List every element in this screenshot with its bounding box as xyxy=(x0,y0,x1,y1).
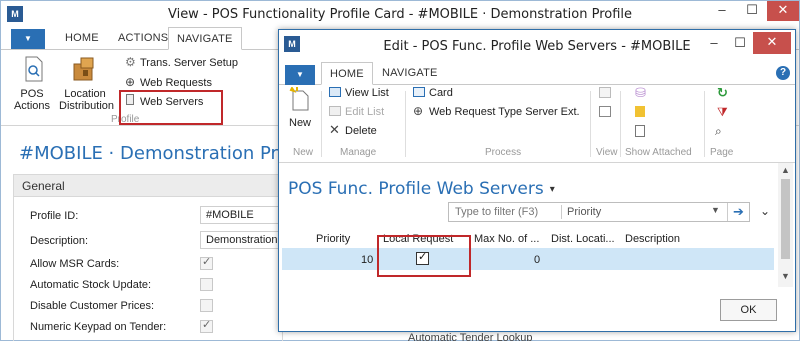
view-preview-icon[interactable] xyxy=(599,87,611,98)
help-icon[interactable]: ? xyxy=(776,66,790,80)
local-request-highlight xyxy=(377,235,471,277)
filter-field-select[interactable]: Priority xyxy=(567,206,601,218)
pos-actions-label: POS Actions xyxy=(13,88,51,112)
trans-server-setup-label: Trans. Server Setup xyxy=(140,57,239,69)
tab-home[interactable]: HOME xyxy=(321,62,373,85)
general-fasttab-header[interactable]: General xyxy=(14,175,282,197)
general-fasttab-title: General xyxy=(22,179,65,193)
card-icon xyxy=(413,87,425,97)
view-card-icon[interactable] xyxy=(599,106,611,117)
list-heading-text: POS Func. Profile Web Servers xyxy=(288,179,544,199)
view-list-label: View List xyxy=(345,87,389,99)
filter-box: Type to filter (F3) Priority ▼ ➔ xyxy=(448,202,750,222)
close-icon[interactable]: ✕ xyxy=(767,1,799,21)
ribbon-separator xyxy=(704,91,705,157)
edit-list-icon xyxy=(329,106,341,116)
description-field[interactable]: Demonstration xyxy=(200,231,286,249)
scroll-up-icon[interactable]: ▲ xyxy=(778,165,793,175)
page-group-label: Page xyxy=(710,147,734,158)
window-title: View - POS Functionality Profile Card - … xyxy=(167,7,633,22)
allow-msr-cards-checkbox[interactable] xyxy=(200,255,213,270)
tab-navigate[interactable]: NAVIGATE xyxy=(382,67,438,79)
web-servers-highlight xyxy=(119,90,223,125)
column-header-max-no[interactable]: Max No. of ... xyxy=(474,233,539,245)
delete-icon: ✕ xyxy=(329,122,340,137)
web-request-type-label: Web Request Type Server Ext. xyxy=(429,106,580,118)
caret-down-icon: ▾ xyxy=(549,183,555,195)
maximize-icon[interactable]: ☐ xyxy=(725,34,755,54)
profile-id-field[interactable]: #MOBILE xyxy=(200,206,286,224)
ribbon-separator xyxy=(620,91,621,157)
close-icon[interactable]: ✕ xyxy=(753,32,791,54)
filter-separator xyxy=(561,205,562,219)
new-document-icon xyxy=(289,87,309,111)
find-icon[interactable]: ⌕ xyxy=(715,124,722,139)
view-list-icon xyxy=(329,87,341,97)
chevron-down-icon[interactable]: ⌄ xyxy=(760,204,770,218)
table-row[interactable] xyxy=(282,248,774,270)
maximize-icon[interactable]: ☐ xyxy=(737,1,767,21)
application-menu-button[interactable]: ▼ xyxy=(285,65,315,85)
location-distribution-label: Location Distribution xyxy=(59,88,115,112)
dialog-ribbon-tabs: ▼ HOME NAVIGATE ? xyxy=(279,62,795,85)
attachment-icon[interactable]: ⛁ xyxy=(635,85,646,101)
profile-id-label: Profile ID: xyxy=(30,210,79,222)
ribbon-separator xyxy=(590,91,591,157)
web-servers-edit-dialog: M Edit - POS Func. Profile Web Servers -… xyxy=(278,29,796,332)
disable-customer-prices-label: Disable Customer Prices: xyxy=(30,300,155,312)
refresh-icon[interactable]: ↻ xyxy=(717,85,728,101)
dropdown-arrow-icon[interactable]: ▼ xyxy=(711,205,720,215)
column-header-dist-location[interactable]: Dist. Locati... xyxy=(551,233,615,245)
numeric-keypad-label: Numeric Keypad on Tender: xyxy=(30,321,167,333)
links-icon[interactable] xyxy=(635,125,645,137)
ribbon-separator xyxy=(321,91,322,157)
numeric-keypad-checkbox[interactable] xyxy=(200,318,213,333)
max-no-cell[interactable]: 0 xyxy=(534,254,540,266)
document-search-icon xyxy=(25,56,43,82)
location-box-icon xyxy=(73,57,94,81)
tab-actions[interactable]: ACTIONS xyxy=(118,32,168,44)
new-group-label: New xyxy=(293,147,314,158)
new-label: New xyxy=(289,117,312,129)
scrollbar-thumb[interactable] xyxy=(781,179,790,259)
minimize-icon[interactable]: – xyxy=(707,1,737,21)
apply-filter-arrow-icon[interactable]: ➔ xyxy=(727,203,749,221)
view-group-label: View xyxy=(596,147,618,158)
gear-icon: ⚙ xyxy=(125,55,136,69)
process-group-label: Process xyxy=(485,147,522,158)
globe-icon: ⊕ xyxy=(125,75,136,89)
automatic-stock-update-checkbox[interactable] xyxy=(200,278,213,291)
description-label: Description: xyxy=(30,235,89,247)
tab-home[interactable]: HOME xyxy=(65,32,99,44)
window-title-bar: M View - POS Functionality Profile Card … xyxy=(1,1,799,28)
priority-cell[interactable]: 10 xyxy=(361,254,373,266)
tab-navigate[interactable]: NAVIGATE xyxy=(168,27,242,50)
globe-icon: ⊕ xyxy=(413,104,424,118)
application-menu-button[interactable]: ▼ xyxy=(11,29,45,49)
column-header-description[interactable]: Description xyxy=(625,233,680,245)
show-attached-group-label: Show Attached xyxy=(625,147,692,158)
column-header-priority[interactable]: Priority xyxy=(316,233,350,245)
scroll-down-icon[interactable]: ▼ xyxy=(778,271,793,281)
automatic-tender-lookup-label: Automatic Tender Lookup xyxy=(408,332,533,341)
ribbon-separator xyxy=(405,91,406,157)
list-heading[interactable]: POS Func. Profile Web Servers ▾ xyxy=(288,179,555,199)
filter-input[interactable]: Type to filter (F3) xyxy=(455,206,538,218)
web-requests-label: Web Requests xyxy=(140,77,212,89)
disable-customer-prices-checkbox[interactable] xyxy=(200,299,213,312)
delete-label: Delete xyxy=(345,125,377,137)
clear-filter-icon[interactable]: ⧩ xyxy=(717,105,728,120)
vertical-scrollbar[interactable]: ▲ ▼ xyxy=(778,163,793,287)
manage-group-label: Manage xyxy=(340,147,377,158)
ok-button[interactable]: OK xyxy=(720,299,777,321)
edit-list-label: Edit List xyxy=(345,106,385,118)
automatic-stock-update-label: Automatic Stock Update: xyxy=(30,279,152,291)
allow-msr-cards-label: Allow MSR Cards: xyxy=(30,258,120,270)
card-label: Card xyxy=(429,87,453,99)
page-title: #MOBILE · Demonstration Profile xyxy=(19,143,316,164)
dialog-title-bar: M Edit - POS Func. Profile Web Servers -… xyxy=(279,30,795,63)
general-fasttab: General Profile ID: #MOBILE Description:… xyxy=(13,174,286,341)
notes-icon[interactable] xyxy=(635,106,645,117)
dialog-ribbon: New New View List Edit List ✕ Delete Man… xyxy=(279,85,795,163)
